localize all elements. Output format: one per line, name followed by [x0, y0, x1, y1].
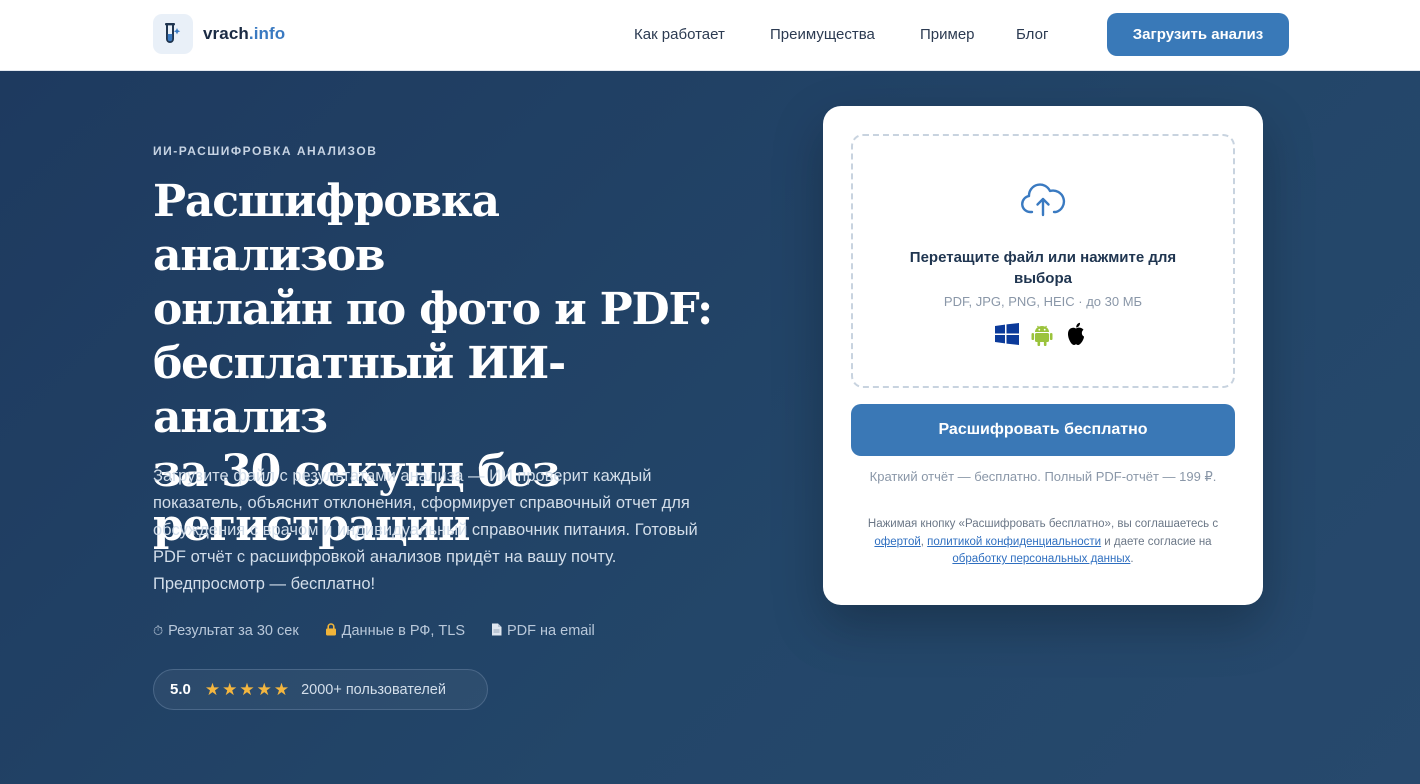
- file-dropzone[interactable]: Перетащите файл или нажмите для выбора P…: [851, 134, 1235, 388]
- site-header: vrach.info Как работает Преимущества При…: [0, 0, 1420, 71]
- test-tube-icon: [153, 14, 193, 54]
- price-note: Краткий отчёт — бесплатно. Полный PDF-от…: [869, 469, 1217, 484]
- dropzone-formats: PDF, JPG, PNG, HEIC · до 30 МБ: [943, 294, 1143, 309]
- nav-how-it-works[interactable]: Как работает: [634, 26, 725, 43]
- document-icon: [491, 623, 502, 639]
- feature-list: ⏱ Результат за 30 сек Данные в РФ, TLS P…: [153, 623, 621, 639]
- hero-eyebrow: ИИ-РАСШИФРОВКА АНАЛИЗОВ: [153, 144, 378, 158]
- feature-item: PDF на email: [491, 623, 595, 639]
- hero-title-line: бесплатный ИИ-анализ: [153, 338, 566, 443]
- dropzone-title: Перетащите файл или нажмите для выбора: [909, 249, 1177, 287]
- hero-description: Загрузите файл с результатами анализа — …: [153, 467, 698, 593]
- logo-text: vrach.info: [203, 24, 286, 43]
- apple-icon: [1065, 322, 1087, 346]
- rating-badge: 5.0 ★★★★★ 2000+ пользователей: [153, 669, 488, 710]
- personal-data-link[interactable]: обработку персональных данных: [952, 553, 1130, 565]
- lock-icon: [325, 623, 337, 639]
- android-icon: [1030, 322, 1054, 346]
- os-icons: [995, 322, 1098, 346]
- privacy-policy-link[interactable]: политикой конфиденциальности: [927, 536, 1101, 548]
- feature-text: PDF на email: [507, 623, 595, 639]
- feature-text: Результат за 30 сек: [168, 623, 299, 639]
- windows-icon: [995, 322, 1019, 346]
- nav-advantages[interactable]: Преимущества: [770, 26, 875, 43]
- legal-consent-text: Нажимая кнопку «Расшифровать бесплатно»,…: [867, 518, 1219, 565]
- nav-example[interactable]: Пример: [920, 26, 975, 43]
- cloud-upload-icon: [1020, 182, 1066, 223]
- nav-blog[interactable]: Блог: [1016, 26, 1048, 43]
- upload-analysis-button[interactable]: Загрузить анализ: [1107, 13, 1289, 56]
- decode-free-button[interactable]: Расшифровать бесплатно: [851, 404, 1235, 456]
- feature-text: Данные в РФ, TLS: [341, 623, 465, 639]
- timer-icon: ⏱: [153, 623, 164, 638]
- upload-card: Перетащите файл или нажмите для выбора P…: [823, 106, 1263, 605]
- logo-link[interactable]: vrach.info: [153, 14, 285, 54]
- feature-item: Данные в РФ, TLS: [325, 623, 465, 639]
- rating-users: 2000+ пользователей: [301, 681, 446, 698]
- offer-link[interactable]: офертой: [874, 536, 920, 548]
- hero-title-line: Расшифровка анализов: [153, 176, 500, 281]
- star-rating-icon: ★★★★★: [204, 679, 292, 699]
- feature-item: ⏱ Результат за 30 сек: [153, 623, 299, 639]
- hero-title-line: онлайн по фото и PDF:: [153, 284, 713, 335]
- rating-score: 5.0: [170, 681, 191, 698]
